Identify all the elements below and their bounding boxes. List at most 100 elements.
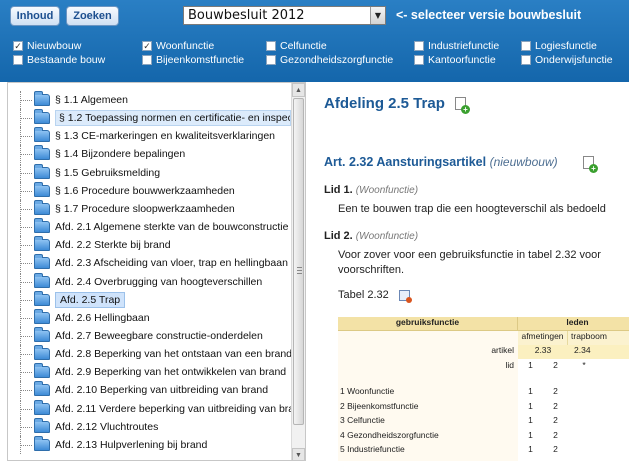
tree-items: § 1.1 Algemeen § 1.2 Toepassing normen en… xyxy=(8,83,291,460)
table-icon[interactable] xyxy=(399,290,412,303)
tree-item[interactable]: Afd. 2.7 Beweegbare constructie-onderdel… xyxy=(8,326,291,345)
inhoud-button[interactable]: Inhoud xyxy=(10,6,60,26)
tree-connector xyxy=(8,363,34,382)
tree-item[interactable]: Afd. 2.5 Trap xyxy=(8,290,291,309)
tree-item[interactable]: Afd. 2.4 Overbrugging van hoogteverschil… xyxy=(8,272,291,291)
checkbox-icon[interactable] xyxy=(521,41,531,51)
filter-bestaande-bouw[interactable]: Bestaande bouw xyxy=(13,54,105,66)
lid1-text: Een te bouwen trap die een hoogteverschi… xyxy=(338,203,606,215)
tree-connector xyxy=(8,308,34,327)
tree-item[interactable]: § 1.1 Algemeen xyxy=(8,91,291,109)
scrollbar-thumb[interactable] xyxy=(293,98,304,425)
folder-icon xyxy=(34,363,50,379)
filter-label: Nieuwbouw xyxy=(27,40,82,52)
checkbox-icon[interactable] xyxy=(414,55,424,65)
tree-item[interactable]: § 1.5 Gebruiksmelding xyxy=(8,163,291,182)
tree-scrollbar[interactable]: ▲ ▼ xyxy=(291,83,305,460)
tree-connector xyxy=(8,127,34,146)
table-row-value: 2 xyxy=(553,415,558,425)
tree-item-label: Afd. 2.1 Algemene sterkte van de bouwcon… xyxy=(55,221,289,234)
folder-icon xyxy=(34,127,50,143)
filter-gezondheidszorgfunctie[interactable]: Gezondheidszorgfunctie xyxy=(266,54,393,66)
tree-item-label: Afd. 2.12 Vluchtroutes xyxy=(55,420,159,433)
filter-label: Woonfunctie xyxy=(156,40,215,52)
folder-icon xyxy=(34,308,50,324)
lid2-text-line1: Voor zover voor een gebruiksfunctie in t… xyxy=(338,249,601,261)
table-row-value: 2 xyxy=(553,429,558,440)
folder-icon xyxy=(34,145,50,161)
lid2-heading: Lid 2. (Woonfunctie) xyxy=(324,230,418,242)
scroll-down-icon[interactable]: ▼ xyxy=(292,448,305,460)
tree-item[interactable]: Afd. 2.13 Hulpverlening bij brand xyxy=(8,435,291,454)
tree-item[interactable]: Afd. 2.6 Hellingbaan xyxy=(8,308,291,327)
tree-item[interactable]: Afd. 2.3 Afscheiding van vloer, trap en … xyxy=(8,254,291,273)
tree-item[interactable]: Afd. 2.12 Vluchtroutes xyxy=(8,417,291,436)
filter-label: Logiesfunctie xyxy=(535,40,597,52)
table-row-label: 4 Gezondheidszorgfunctie xyxy=(340,429,439,440)
tree-item-label: Afd. 2.9 Beperking van het ontwikkelen v… xyxy=(55,366,287,379)
filter-label: Industriefunctie xyxy=(428,40,500,52)
folder-icon xyxy=(34,417,50,433)
tree-item[interactable]: Afd. 2.1 Algemene sterkte van de bouwcon… xyxy=(8,218,291,237)
folder-icon xyxy=(34,272,50,288)
tree-item[interactable]: § 1.4 Bijzondere bepalingen xyxy=(8,145,291,164)
tree-connector xyxy=(8,181,34,200)
filter-nieuwbouw[interactable]: ✓ Nieuwbouw xyxy=(13,40,81,52)
article-title-text: Art. 2.32 Aansturingsartikel xyxy=(324,155,487,169)
checkbox-icon[interactable] xyxy=(414,41,424,51)
filter-bijeenkomstfunctie[interactable]: Bijeenkomstfunctie xyxy=(142,54,244,66)
tree-item[interactable]: Afd. 2.2 Sterkte bij brand xyxy=(8,236,291,255)
filter-label: Bestaande bouw xyxy=(27,54,106,66)
tree-connector xyxy=(8,272,34,291)
tree-item-label: § 1.6 Procedure bouwwerkzaamheden xyxy=(55,184,235,197)
filter-label: Onderwijsfunctie xyxy=(535,54,613,66)
checkbox-icon[interactable] xyxy=(266,55,276,65)
table-row-value: 2 xyxy=(553,386,558,396)
scroll-up-icon[interactable]: ▲ xyxy=(292,83,305,97)
tree-item[interactable]: § 1.7 Procedure sloopwerkzaamheden xyxy=(8,199,291,218)
filter-celfunctie[interactable]: Celfunctie xyxy=(266,40,327,52)
lid1-label: Lid 1. xyxy=(324,184,353,196)
table-col-header: gebruiksfunctie xyxy=(338,317,518,331)
lid2-function: (Woonfunctie) xyxy=(355,231,419,242)
tree-item[interactable]: Afd. 2.9 Beperking van het ontwikkelen v… xyxy=(8,363,291,382)
checkbox-checked-icon[interactable]: ✓ xyxy=(142,41,152,51)
filter-onderwijsfunctie[interactable]: Onderwijsfunctie xyxy=(521,54,613,66)
tree-item[interactable]: Afd. 2.10 Beperking van uitbreiding van … xyxy=(8,381,291,400)
tree-item[interactable]: Afd. 2.11 Verdere beperking van uitbreid… xyxy=(8,399,291,418)
table-sub-trapboom: trapboom xyxy=(568,331,629,345)
folder-icon xyxy=(34,236,50,252)
tree-item[interactable]: § 1.2 Toepassing normen en certificatie-… xyxy=(8,109,291,128)
filter-woonfunctie[interactable]: ✓ Woonfunctie xyxy=(142,40,214,52)
tree-item-label: § 1.7 Procedure sloopwerkzaamheden xyxy=(55,202,235,215)
tree-connector xyxy=(8,381,34,400)
add-document-icon[interactable] xyxy=(455,97,470,114)
tree-item[interactable]: § 1.3 CE-markeringen en kwaliteitsverkla… xyxy=(8,127,291,146)
lid2-label: Lid 2. xyxy=(324,230,353,242)
checkbox-checked-icon[interactable]: ✓ xyxy=(13,41,23,51)
checkbox-icon[interactable] xyxy=(521,55,531,65)
navigation-tree: § 1.1 Algemeen § 1.2 Toepassing normen en… xyxy=(7,82,306,461)
checkbox-icon[interactable] xyxy=(142,55,152,65)
tree-connector xyxy=(8,326,34,345)
chevron-down-icon[interactable]: ▼ xyxy=(370,7,385,24)
version-select[interactable]: Bouwbesluit 2012 ▼ xyxy=(183,6,386,25)
zoeken-button[interactable]: Zoeken xyxy=(66,6,119,26)
tree-connector xyxy=(8,345,34,364)
tree-item[interactable]: § 1.6 Procedure bouwwerkzaamheden xyxy=(8,181,291,200)
section-title: Afdeling 2.5 Trap xyxy=(324,95,445,112)
tree-item-label: Afd. 2.8 Beperking van het ontstaan van … xyxy=(55,348,291,361)
table-artikel-label: artikel xyxy=(491,345,514,355)
article-title: Art. 2.32 Aansturingsartikel (nieuwbouw) xyxy=(324,155,558,169)
table-lid-star: * xyxy=(582,360,586,370)
add-document-icon[interactable] xyxy=(583,156,598,173)
checkbox-icon[interactable] xyxy=(13,55,23,65)
table-row-label: 2 Bijeenkomstfunctie xyxy=(340,400,419,411)
checkbox-icon[interactable] xyxy=(266,41,276,51)
tree-item[interactable]: Afd. 2.8 Beperking van het ontstaan van … xyxy=(8,345,291,364)
article-note: (nieuwbouw) xyxy=(489,155,558,169)
filter-kantoorfunctie[interactable]: Kantoorfunctie xyxy=(414,54,496,66)
filter-industriefunctie[interactable]: Industriefunctie xyxy=(414,40,499,52)
filter-logiesfunctie[interactable]: Logiesfunctie xyxy=(521,40,597,52)
folder-icon xyxy=(34,254,50,270)
